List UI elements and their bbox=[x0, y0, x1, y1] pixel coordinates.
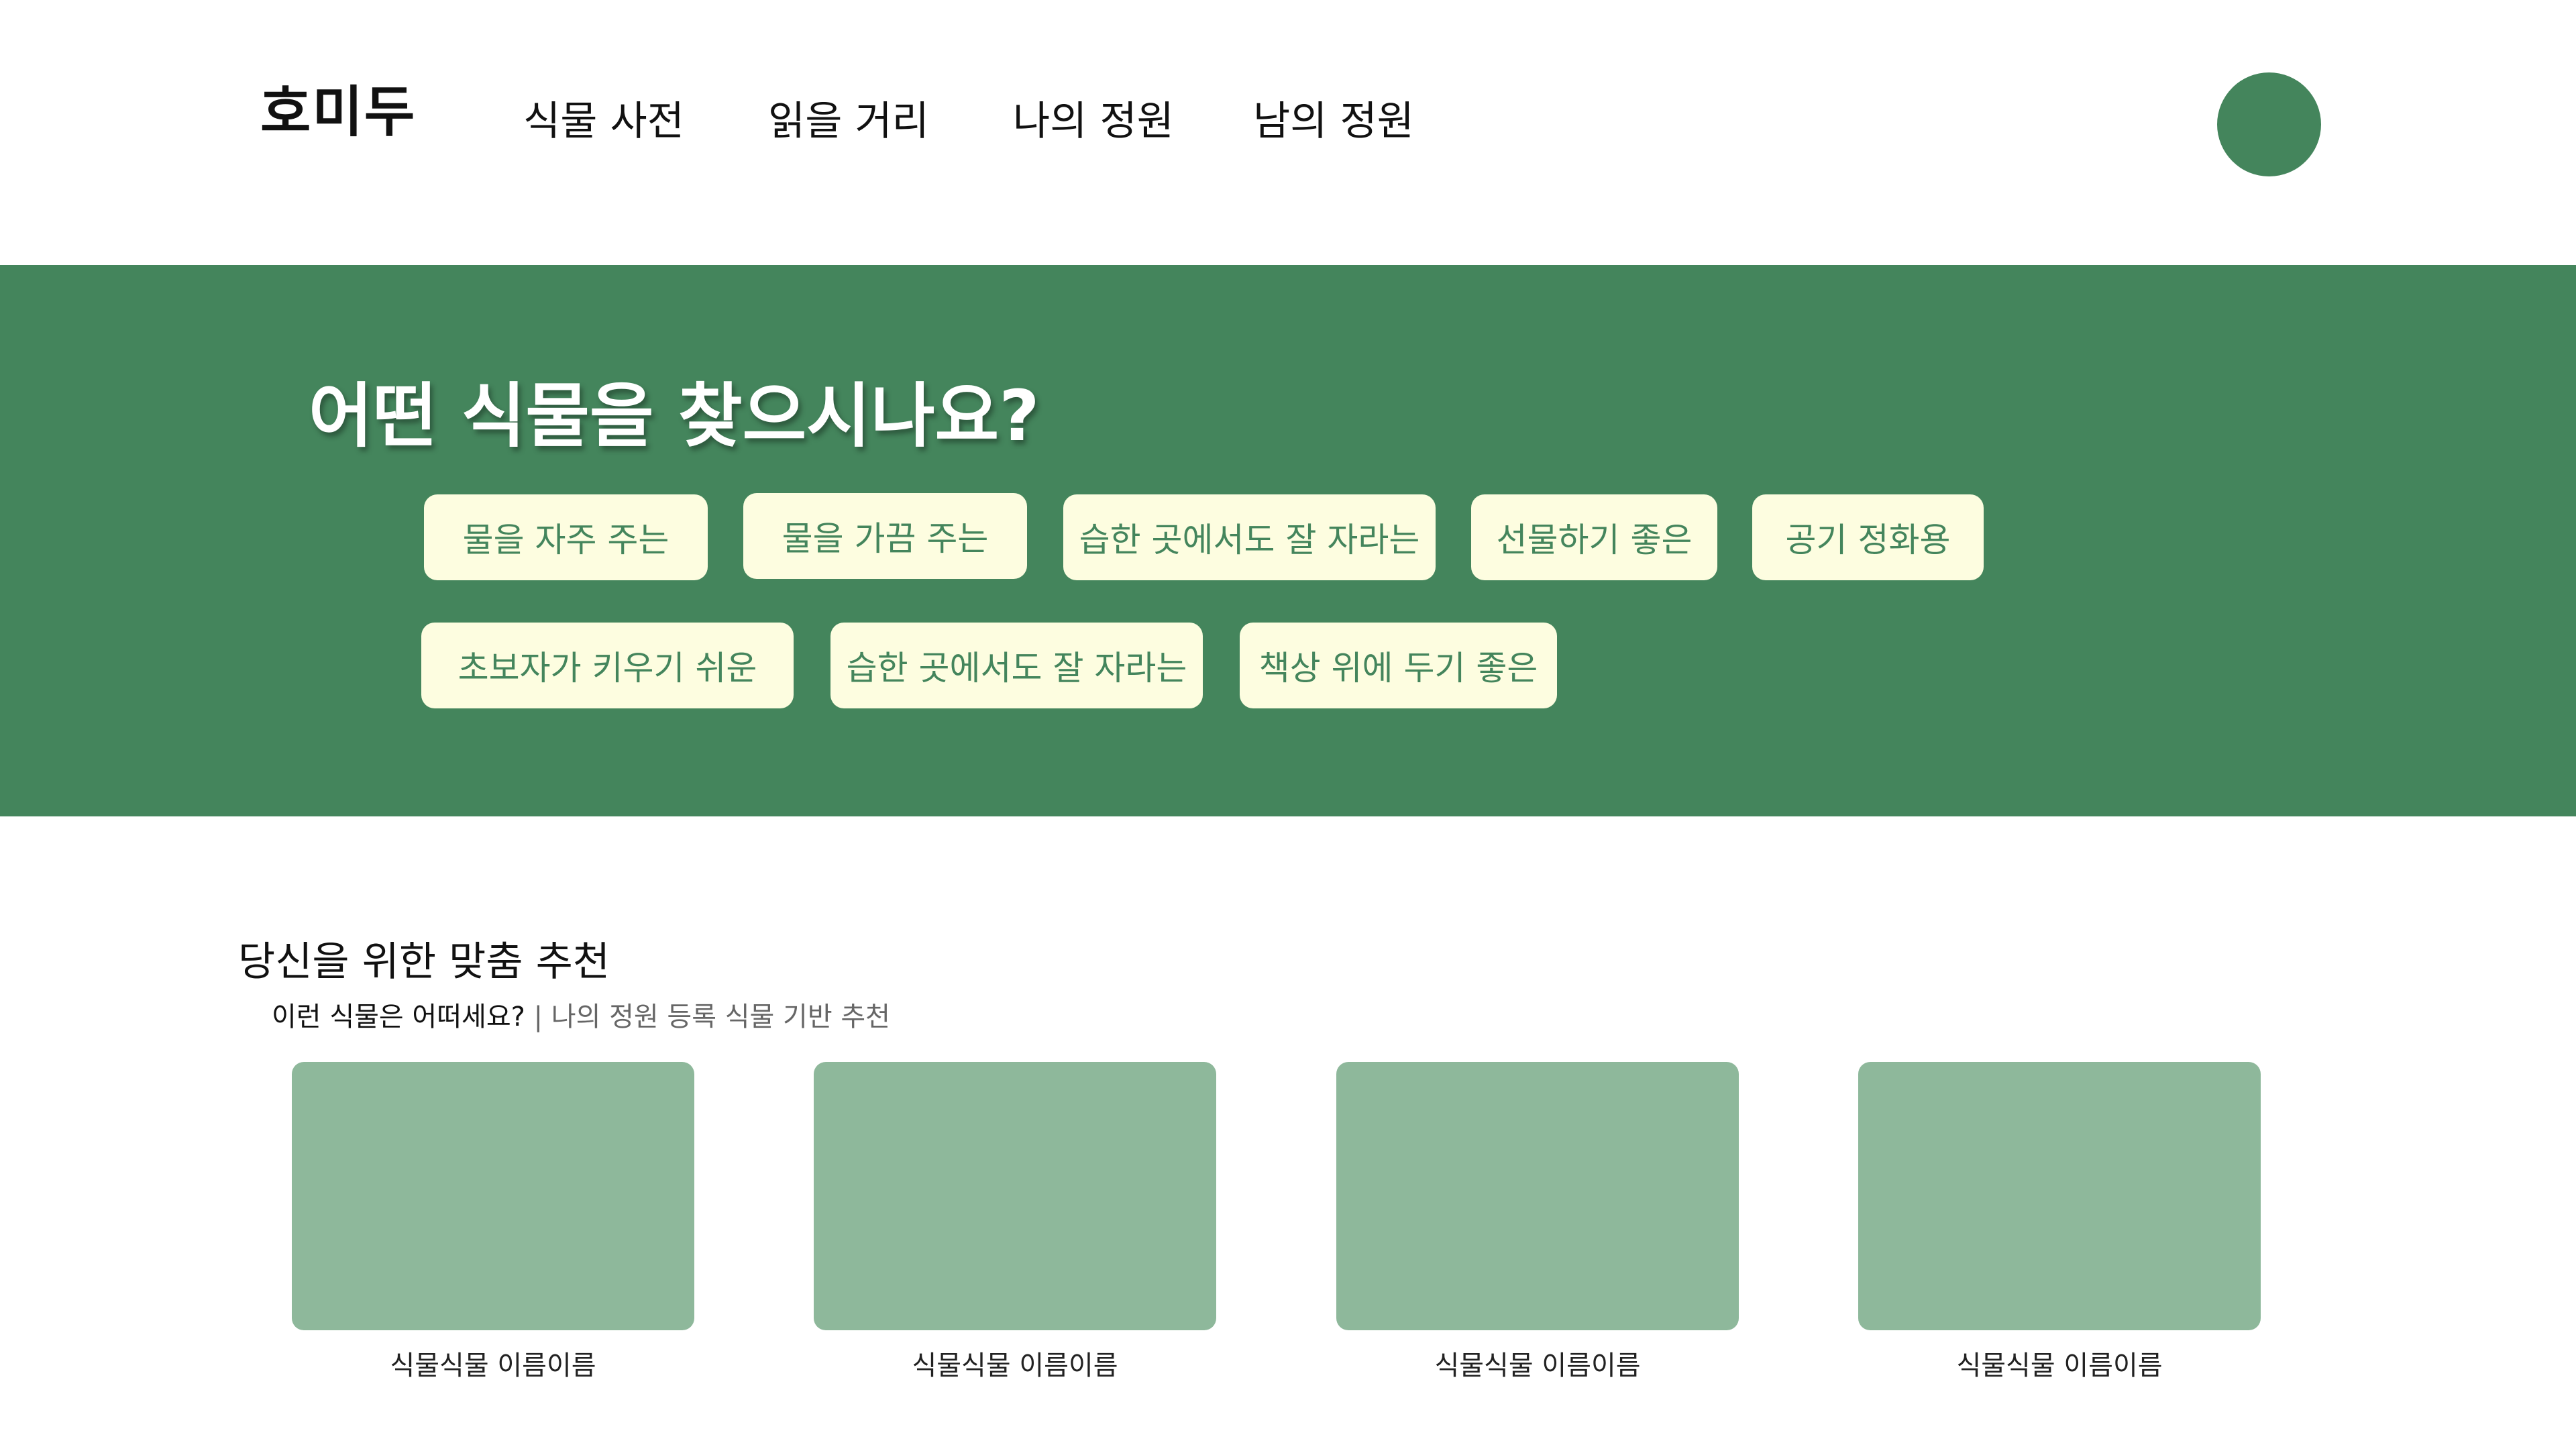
plant-card[interactable]: 식물식물 이름이름 bbox=[1858, 1062, 2261, 1383]
recommend-description: | 나의 정원 등록 식물 기반 추천 bbox=[525, 1002, 890, 1032]
plant-name: 식물식물 이름이름 bbox=[1434, 1350, 1641, 1381]
filter-chip[interactable]: 초보자가 키우기 쉬운 bbox=[421, 623, 794, 708]
search-hero: 어떤 식물을 찾으시나요? 물을 자주 주는 물을 가끔 주는 습한 곳에서도 … bbox=[0, 265, 2576, 816]
plant-card[interactable]: 식물식물 이름이름 bbox=[814, 1062, 1216, 1383]
plant-image-placeholder[interactable] bbox=[814, 1062, 1216, 1330]
nav-item-my-garden[interactable]: 나의 정원 bbox=[1013, 89, 1174, 147]
filter-chip[interactable]: 습한 곳에서도 잘 자라는 bbox=[830, 623, 1203, 708]
filter-chip[interactable]: 물을 가끔 주는 bbox=[743, 493, 1027, 579]
recommend-subtitle: 이런 식물은 어떠세요? | 나의 정원 등록 식물 기반 추천 bbox=[272, 995, 890, 1034]
filter-chip[interactable]: 물을 자주 주는 bbox=[424, 494, 708, 580]
filter-chip[interactable]: 책상 위에 두기 좋은 bbox=[1240, 623, 1557, 708]
nav-item-plant-dictionary[interactable]: 식물 사전 bbox=[523, 89, 684, 147]
plant-image-placeholder[interactable] bbox=[1858, 1062, 2261, 1330]
plant-card[interactable]: 식물식물 이름이름 bbox=[292, 1062, 694, 1383]
plant-card[interactable]: 식물식물 이름이름 bbox=[1336, 1062, 1739, 1383]
recommend-question: 이런 식물은 어떠세요? bbox=[272, 1002, 525, 1032]
user-avatar[interactable] bbox=[2217, 72, 2321, 176]
filter-chip[interactable]: 선물하기 좋은 bbox=[1471, 494, 1717, 580]
plant-name: 식물식물 이름이름 bbox=[390, 1350, 596, 1381]
plant-name: 식물식물 이름이름 bbox=[1956, 1350, 2163, 1381]
filter-chip[interactable]: 공기 정화용 bbox=[1752, 494, 1984, 580]
recommend-title: 당신을 위한 맞춤 추천 bbox=[238, 938, 610, 985]
site-logo[interactable]: 호미두 bbox=[260, 67, 416, 147]
plant-name: 식물식물 이름이름 bbox=[912, 1350, 1118, 1381]
hero-title: 어떤 식물을 찾으시나요? bbox=[309, 375, 1040, 457]
site-header: 호미두 식물 사전 읽을 거리 나의 정원 남의 정원 bbox=[0, 0, 2576, 265]
filter-chip[interactable]: 습한 곳에서도 잘 자라는 bbox=[1063, 494, 1436, 580]
plant-image-placeholder[interactable] bbox=[292, 1062, 694, 1330]
nav-item-reading[interactable]: 읽을 거리 bbox=[768, 89, 929, 147]
nav-item-others-garden[interactable]: 남의 정원 bbox=[1253, 89, 1414, 147]
plant-image-placeholder[interactable] bbox=[1336, 1062, 1739, 1330]
